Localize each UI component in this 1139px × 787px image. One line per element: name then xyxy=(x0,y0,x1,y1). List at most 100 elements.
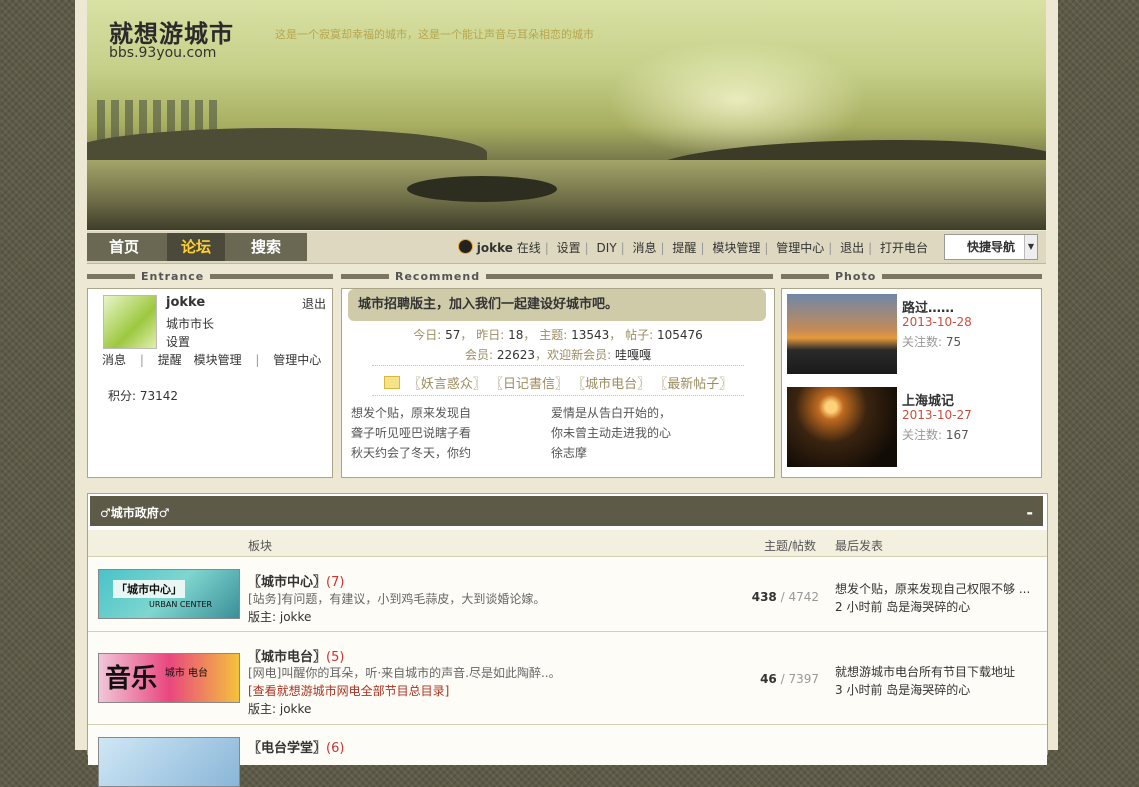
score-value: 73142 xyxy=(139,389,179,403)
col-last: 最后发表 xyxy=(835,539,884,553)
avatar[interactable] xyxy=(103,295,157,349)
photo-title[interactable]: 上海城记 xyxy=(902,390,954,409)
toolbar-settings-link[interactable]: 设置 xyxy=(557,241,581,255)
board-moderator: 版主: jokke xyxy=(248,700,311,717)
last-post-title[interactable]: 就想游城市电台所有节目下载地址 xyxy=(835,663,1035,680)
board-today-count: (5) xyxy=(326,650,345,665)
recommend-tags: 〖妖言惑众〗 〖日记書信〗 〖城市电台〗 〖最新帖子〗 xyxy=(372,373,744,392)
banner-island xyxy=(407,176,557,202)
stat-newmember-label: 欢迎新会员: xyxy=(547,348,612,362)
site-logo-url: bbs.93you.com xyxy=(109,45,217,61)
board-icon[interactable]: 「城市中心」 URBAN CENTER xyxy=(98,569,240,619)
post-count: 4742 xyxy=(788,590,819,604)
entrance-settings-link[interactable]: 设置 xyxy=(166,333,190,350)
board-title[interactable]: 〖电台学堂〗 xyxy=(248,741,326,756)
photo-date: 2013-10-27 xyxy=(902,408,972,422)
photo-thumbnail[interactable] xyxy=(787,294,897,374)
recommend-thread-link[interactable]: 你未曾主动走进我的心 xyxy=(551,423,671,443)
col-board: 板块 xyxy=(248,539,273,553)
member-stats: 会员: 22623，欢迎新会员: 哇嘎嘎 xyxy=(465,348,651,362)
moderator-link[interactable]: jokke xyxy=(280,610,312,624)
toolbar-reminders-link[interactable]: 提醒 xyxy=(672,241,696,255)
board-description: [站务]有问题，有建议，小到鸡毛蒜皮，大到谈婚论嫁。 xyxy=(248,592,546,606)
note-icon xyxy=(383,376,400,389)
header-banner: 就想游城市 bbs.93you.com 这是一个寂寞却幸福的城市，这是一个能让声… xyxy=(87,0,1046,230)
recommend-thread-link[interactable]: 徐志摩 xyxy=(551,443,671,463)
site-logo[interactable]: 就想游城市 bbs.93you.com xyxy=(109,14,234,61)
board-icon[interactable] xyxy=(98,737,240,787)
entrance-username[interactable]: jokke xyxy=(166,295,205,310)
recruit-notice[interactable]: 城市招聘版主，加入我们一起建设好城市吧。 xyxy=(348,289,766,321)
board-icon[interactable]: 音乐 城市 电台 xyxy=(98,653,240,703)
board-title[interactable]: 〖城市电台〗 xyxy=(248,650,326,665)
board-icon-subtext: 城市 电台 xyxy=(164,668,209,679)
last-post-user[interactable]: 岛是海哭碎的心 xyxy=(886,683,970,697)
entrance-logout-link[interactable]: 退出 xyxy=(302,295,326,312)
toolbar-messages-link[interactable]: 消息 xyxy=(633,241,657,255)
stat-topics-value: 13543 xyxy=(571,328,610,342)
board-name[interactable]: 〖电台学堂〗(6) xyxy=(248,737,344,756)
divider xyxy=(372,365,744,366)
recommend-thread-link[interactable]: 爱情是从告白开始的， xyxy=(551,403,671,423)
moderator-link[interactable]: jokke xyxy=(280,702,312,716)
last-post-user[interactable]: 岛是海哭碎的心 xyxy=(886,600,970,614)
stat-posts-label: 帖子: xyxy=(625,328,654,342)
forum-stats: 今日: 57， 昨日: 18， 主题: 13543， 帖子: 105476 xyxy=(413,328,703,342)
board-name[interactable]: 〖城市中心〗(7) xyxy=(248,571,344,590)
newest-member-link[interactable]: 哇嘎嘎 xyxy=(615,348,651,362)
photo-thumbnail[interactable] xyxy=(787,387,897,467)
nav-search[interactable]: 搜索 xyxy=(251,233,281,261)
recommend-header: Recommend xyxy=(341,270,773,284)
board-moderator: 版主: jokke xyxy=(248,608,311,625)
recommend-thread-link[interactable]: 聋子听见哑巴说瞎子看 xyxy=(351,423,471,443)
quick-nav-dropdown[interactable]: 快捷导航 ▼ xyxy=(944,234,1038,260)
board-icon-subtext: URBAN CENTER xyxy=(149,600,213,609)
entrance-modules-link[interactable]: 模块管理 xyxy=(194,353,242,367)
toolbar-diy-link[interactable]: DIY xyxy=(597,241,617,255)
recommend-thread-link[interactable]: 想发个贴，原来发现自 xyxy=(351,403,471,423)
toolbar-logout-link[interactable]: 退出 xyxy=(840,241,864,255)
photo-panel: 路过…… 2013-10-28 关注数: 75 上海城记 2013-10-27 … xyxy=(781,288,1042,478)
toolbar-username[interactable]: jokke xyxy=(477,241,513,255)
chevron-down-icon[interactable]: ▼ xyxy=(1024,235,1037,259)
stat-today-value: 57 xyxy=(445,328,461,342)
tag-link[interactable]: 〖最新帖子〗 xyxy=(654,377,732,392)
board-today-count: (6) xyxy=(326,741,345,756)
last-post-time: 2 小时前 xyxy=(835,600,883,614)
entrance-header-label: Entrance xyxy=(135,270,211,283)
nav-forum[interactable]: 论坛 xyxy=(167,233,226,261)
entrance-reminders-link[interactable]: 提醒 xyxy=(158,353,182,367)
toolbar-radio-link[interactable]: 打开电台 xyxy=(880,241,928,255)
tag-link[interactable]: 〖日记書信〗 xyxy=(490,377,568,392)
toolbar-modules-link[interactable]: 模块管理 xyxy=(712,241,760,255)
collapse-icon[interactable]: - xyxy=(1026,496,1033,530)
board-name[interactable]: 〖城市电台〗(5) xyxy=(248,646,344,665)
photo-views-label: 关注数: xyxy=(902,335,943,349)
quick-nav-label: 快捷导航 xyxy=(966,240,1015,254)
board-catalog-link[interactable]: [查看就想游城市网电全部节目总目录] xyxy=(248,682,449,699)
entrance-admin-link[interactable]: 管理中心 xyxy=(273,353,321,367)
board-title[interactable]: 〖城市中心〗 xyxy=(248,575,326,590)
photo-title[interactable]: 路过…… xyxy=(902,297,954,316)
recommend-panel: 城市招聘版主，加入我们一起建设好城市吧。 今日: 57， 昨日: 18， 主题:… xyxy=(341,288,775,478)
board-row: 「城市中心」 URBAN CENTER 〖城市中心〗(7) [站务]有问题，有建… xyxy=(88,557,1047,632)
nav-home[interactable]: 首页 xyxy=(109,233,139,261)
board-counts: 46 / 7397 xyxy=(760,672,819,686)
photo-views: 关注数: 75 xyxy=(902,333,961,350)
board-row: 音乐 城市 电台 〖城市电台〗(5) [网电]叫醒你的耳朵，听·来自城市的声音.… xyxy=(88,632,1047,725)
tag-link[interactable]: 〖城市电台〗 xyxy=(572,377,650,392)
entrance-header: Entrance xyxy=(87,270,333,284)
last-post-time: 3 小时前 xyxy=(835,683,883,697)
page-wrapper: 就想游城市 bbs.93you.com 这是一个寂寞却幸福的城市，这是一个能让声… xyxy=(75,0,1058,787)
category-title[interactable]: ♂城市政府♂ xyxy=(100,506,170,520)
board-counts: 438 / 4742 xyxy=(751,590,819,604)
entrance-messages-link[interactable]: 消息 xyxy=(102,353,126,367)
recommend-thread-link[interactable]: 秋天约会了冬天，你约 xyxy=(351,443,471,463)
tag-link[interactable]: 〖妖言惑众〗 xyxy=(408,377,486,392)
last-post-title[interactable]: 想发个贴，原来发现自己权限不够 ... xyxy=(835,580,1035,597)
moderator-label: 版主: xyxy=(248,610,277,624)
toolbar-admin-link[interactable]: 管理中心 xyxy=(776,241,824,255)
photo-views-value: 167 xyxy=(945,428,969,442)
forum-category: ♂城市政府♂ - 板块 主题/帖数 最后发表 「城市中心」 URBAN CENT… xyxy=(87,493,1048,787)
user-toolbar: jokke 在线 | 设置 | DIY | 消息 | 提醒 | 模块管理 | 管理中心 | 退… xyxy=(457,239,928,256)
